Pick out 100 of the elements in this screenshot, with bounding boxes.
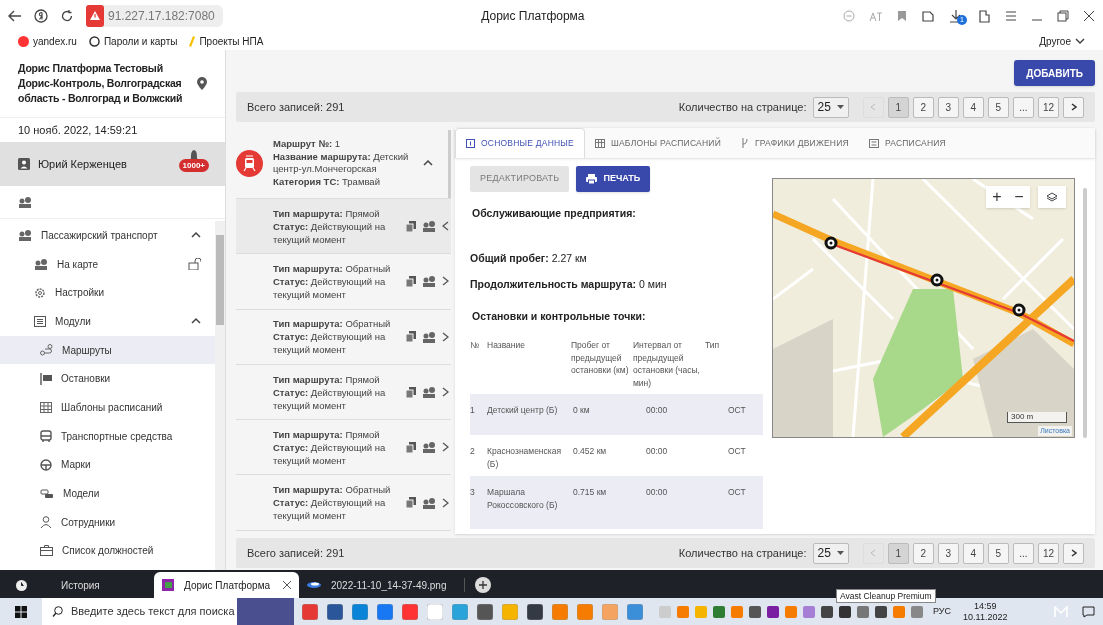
sidebar-item[interactable]: Остановки xyxy=(0,364,215,394)
collapse-icon[interactable] xyxy=(423,159,433,167)
page-button[interactable]: 12 xyxy=(1037,542,1059,564)
address-field[interactable]: 91.227.17.182:7080 xyxy=(86,5,223,27)
bookmark-link[interactable]: Пароли и карты xyxy=(88,33,178,49)
browser-tab[interactable]: 2022-11-10_14-37-49.png xyxy=(299,572,455,598)
page-button[interactable]: 5 xyxy=(987,542,1009,564)
next-page-button[interactable] xyxy=(1063,96,1084,118)
page-button[interactable]: 5 xyxy=(987,96,1009,118)
chevron-right-icon[interactable] xyxy=(442,497,449,508)
copy-icon[interactable] xyxy=(406,386,416,398)
route-variant[interactable]: Тип маршрута: Прямой Статус: Действующий на текущий момент xyxy=(236,364,451,421)
bookmark-link[interactable]: yandex.ru xyxy=(18,33,77,49)
route-variant[interactable]: Тип маршрута: Прямой Статус: Действующий на текущий момент xyxy=(236,420,451,476)
caret-icon[interactable] xyxy=(1075,37,1085,45)
map-pins-icon[interactable] xyxy=(422,386,436,399)
tab[interactable]: ОСНОВНЫЕ ДАННЫЕ xyxy=(455,128,585,158)
page-button[interactable]: 1 xyxy=(887,542,909,564)
route-name: Название маршрута: Детский центр-ул.Мончегорская xyxy=(273,150,410,176)
browser-tab[interactable]: История xyxy=(8,572,154,598)
copy-icon[interactable] xyxy=(406,331,416,343)
tab[interactable]: ШАБЛОНЫ РАСПИСАНИЙ xyxy=(584,128,731,158)
new-tab-button[interactable] xyxy=(475,577,492,593)
page-button[interactable]: 2 xyxy=(912,96,934,118)
tab[interactable]: РАСПИСАНИЯ xyxy=(858,128,956,158)
tray-icon[interactable] xyxy=(767,605,779,618)
scrollbar[interactable] xyxy=(215,221,225,570)
sidebar-item[interactable]: Список должностей xyxy=(0,536,215,566)
sidebar-item[interactable]: Модули xyxy=(0,307,215,336)
sidebar-item[interactable]: Шаблоны расписаний xyxy=(0,393,215,422)
app-icon[interactable] xyxy=(477,603,493,620)
sidebar-item[interactable]: Транспортные средства xyxy=(0,421,215,451)
sidebar-item[interactable]: Модели xyxy=(0,479,215,508)
tray-icon[interactable] xyxy=(749,605,761,618)
tray-icon[interactable] xyxy=(875,605,887,618)
back-icon[interactable] xyxy=(8,10,22,22)
sidebar-item[interactable]: Маршруты xyxy=(0,335,215,365)
map-pins-icon[interactable] xyxy=(422,330,436,343)
sidebar-item[interactable]: Сотрудники xyxy=(0,507,215,537)
sidebar-item[interactable]: Марки xyxy=(0,450,215,480)
add-button[interactable]: ДОБАВИТЬ xyxy=(1014,60,1095,86)
menu-icon[interactable] xyxy=(1005,11,1017,21)
copy-icon[interactable] xyxy=(406,220,416,232)
browser-tab[interactable]: Дорис Платформа xyxy=(154,572,299,598)
tab[interactable]: ГРАФИКИ ДВИЖЕНИЯ xyxy=(730,128,859,158)
map-pins-icon[interactable] xyxy=(422,441,436,454)
tray-icon[interactable] xyxy=(821,605,833,618)
chevron-right-icon[interactable] xyxy=(442,387,449,398)
app-icon[interactable] xyxy=(327,603,343,620)
map-pins-icon[interactable] xyxy=(422,220,436,233)
bookmark-icon[interactable] xyxy=(897,10,907,22)
bookmark-link[interactable]: Проекты НПА xyxy=(189,33,264,49)
app-icon[interactable] xyxy=(527,603,543,620)
sidebar-item[interactable]: Настройки xyxy=(0,278,215,308)
chevron-right-icon[interactable] xyxy=(442,276,449,287)
language-indicator[interactable]: РУС xyxy=(933,604,952,619)
page-button[interactable]: 4 xyxy=(962,96,984,118)
route-variant[interactable]: Тип маршрута: Обратный Статус: Действующий на текущий момент xyxy=(236,309,451,365)
tray-icon[interactable] xyxy=(839,605,851,618)
per-page-select[interactable]: 25 xyxy=(812,96,849,118)
close-icon[interactable] xyxy=(1083,10,1095,22)
page-button[interactable]: ... xyxy=(1012,542,1034,564)
zoom-in-button[interactable]: + xyxy=(986,186,1008,208)
zoom-out-button[interactable]: − xyxy=(1008,186,1030,208)
clock[interactable]: 14:59 10.11.2022 xyxy=(963,600,1008,623)
chevron-icon[interactable] xyxy=(191,231,201,240)
print-button[interactable]: ПЕЧАТЬ xyxy=(576,166,651,192)
chevron-right-icon[interactable] xyxy=(442,442,449,453)
route-variant[interactable]: Тип маршрута: Прямой Статус: Действующий на текущий момент xyxy=(236,199,451,255)
route-variant[interactable]: Тип маршрута: Обратный Статус: Действующий на текущий момент xyxy=(236,254,451,310)
page-button[interactable]: 2 xyxy=(912,542,934,564)
map-pins-icon[interactable] xyxy=(422,496,436,509)
copy-icon[interactable] xyxy=(406,441,416,453)
map-pins-icon[interactable] xyxy=(422,275,436,288)
page-button[interactable]: 12 xyxy=(1037,96,1059,118)
layers-button[interactable] xyxy=(1038,186,1066,208)
page-button[interactable]: 3 xyxy=(937,542,959,564)
page-button[interactable]: 1 xyxy=(887,96,909,118)
copy-icon[interactable] xyxy=(406,497,416,509)
total-records: Всего записей: 291 xyxy=(247,99,345,115)
page-button[interactable]: 4 xyxy=(962,542,984,564)
sidebar-item[interactable]: На карте xyxy=(0,249,215,279)
taskbar-search-field[interactable]: Введите здесь текст для поиска xyxy=(42,598,237,625)
close-tab-icon[interactable] xyxy=(283,581,291,589)
windows-start-icon[interactable] xyxy=(15,605,27,618)
copy-icon[interactable] xyxy=(406,275,416,287)
notifications-icon[interactable] xyxy=(1082,605,1095,618)
other-bookmarks-link[interactable]: Другое xyxy=(1039,33,1085,49)
chevron-icon[interactable] xyxy=(191,317,201,326)
next-page-button[interactable] xyxy=(1063,542,1084,564)
chevron-left-icon[interactable] xyxy=(442,221,449,232)
page-button[interactable]: ... xyxy=(1012,96,1034,118)
table-cell-text: ОСТ xyxy=(727,404,747,417)
page-button[interactable]: 3 xyxy=(937,96,959,118)
sidebar-item[interactable]: Пассажирский транспорт xyxy=(0,221,215,250)
reload-icon[interactable] xyxy=(60,9,74,23)
restore-icon[interactable] xyxy=(1057,10,1069,22)
per-page-select[interactable]: 25 xyxy=(812,542,849,564)
route-variant[interactable]: Тип маршрута: Обратный Статус: Действующий на текущий момент xyxy=(236,475,451,531)
chevron-right-icon[interactable] xyxy=(442,331,449,342)
